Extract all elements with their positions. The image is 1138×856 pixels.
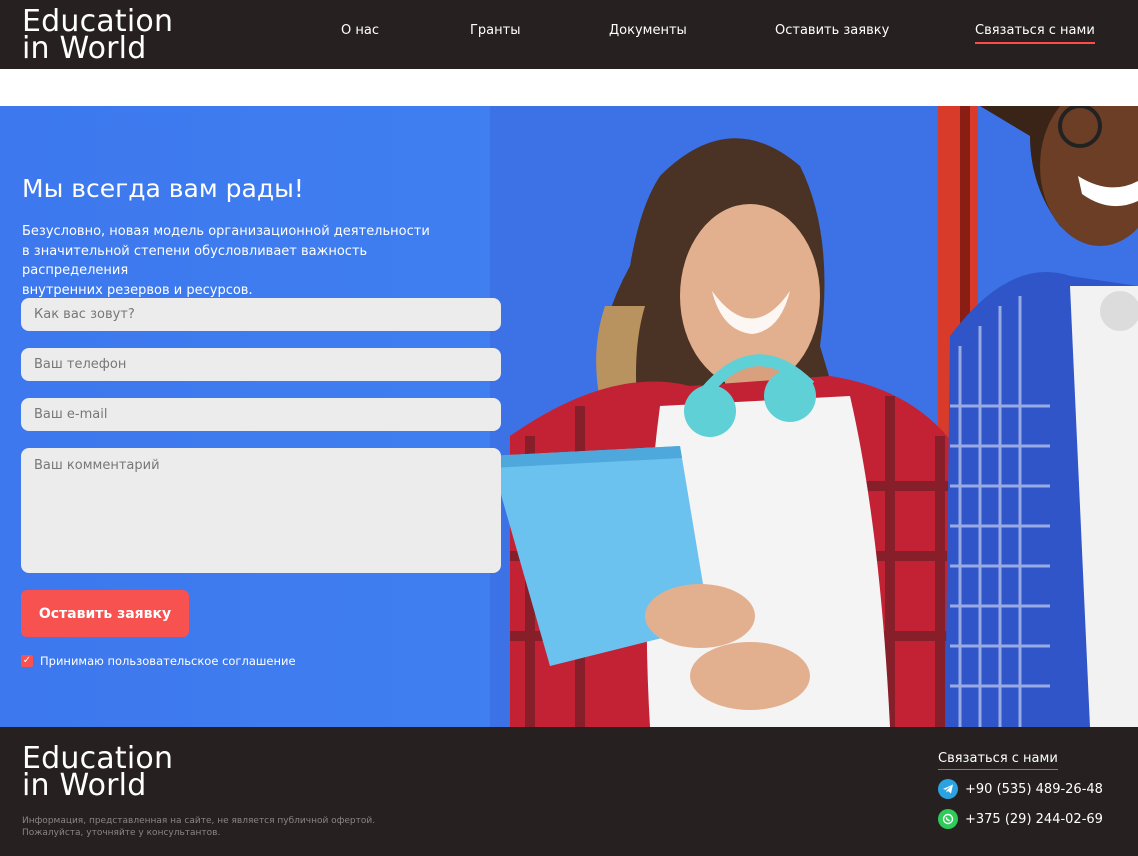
hero-description: Безусловно, новая модель организационной… bbox=[22, 222, 472, 300]
name-input[interactable] bbox=[21, 298, 501, 331]
site-header: Education in World О нас Гранты Документ… bbox=[0, 0, 1138, 69]
agreement-checkbox[interactable]: ✓ bbox=[21, 655, 33, 667]
nav-link-about[interactable]: О нас bbox=[341, 23, 379, 38]
hero-description-line-1: Безусловно, новая модель организационной… bbox=[22, 224, 430, 239]
contact-hero: Мы всегда вам рады! Безусловно, новая мо… bbox=[0, 106, 1138, 727]
email-input[interactable] bbox=[21, 398, 501, 431]
whatsapp-icon bbox=[938, 809, 958, 829]
students-photo bbox=[490, 106, 1138, 727]
footer-disclaimer: Информация, представленная на сайте, не … bbox=[22, 815, 422, 839]
phone-input[interactable] bbox=[21, 348, 501, 381]
footer-contact-title[interactable]: Связаться с нами bbox=[938, 751, 1058, 770]
telegram-icon bbox=[938, 779, 958, 799]
telegram-phone[interactable]: +90 (535) 489-26-48 bbox=[965, 782, 1103, 797]
footer-logo-line-2: in World bbox=[22, 768, 147, 803]
nav-link-apply[interactable]: Оставить заявку bbox=[775, 23, 889, 38]
hero-title: Мы всегда вам рады! bbox=[22, 174, 304, 203]
comment-textarea[interactable] bbox=[21, 448, 501, 573]
site-logo[interactable]: Education in World bbox=[22, 7, 173, 66]
disclaimer-line-2: Пожалуйста, уточняйте у консультантов. bbox=[22, 828, 221, 838]
agreement-row: ✓ Принимаю пользовательское соглашение bbox=[21, 654, 296, 668]
whatsapp-phone[interactable]: +375 (29) 244-02-69 bbox=[965, 812, 1103, 827]
nav-link-contact[interactable]: Связаться с нами bbox=[975, 23, 1095, 44]
disclaimer-line-1: Информация, представленная на сайте, не … bbox=[22, 816, 376, 826]
submit-application-button[interactable]: Оставить заявку bbox=[21, 590, 189, 637]
nav-link-grants[interactable]: Гранты bbox=[470, 23, 520, 38]
agreement-label[interactable]: Принимаю пользовательское соглашение bbox=[40, 654, 296, 668]
footer-logo[interactable]: Education in World bbox=[22, 744, 173, 803]
contact-whatsapp[interactable]: +375 (29) 244-02-69 bbox=[938, 809, 1103, 829]
hero-description-line-3: внутренних резервов и ресурсов. bbox=[22, 282, 253, 298]
logo-line-2: in World bbox=[22, 31, 147, 66]
hero-description-line-2: в значительной степени обусловливает важ… bbox=[22, 243, 368, 279]
site-footer: Education in World Информация, представл… bbox=[0, 727, 1138, 856]
contact-telegram[interactable]: +90 (535) 489-26-48 bbox=[938, 779, 1103, 799]
nav-link-documents[interactable]: Документы bbox=[609, 23, 687, 38]
